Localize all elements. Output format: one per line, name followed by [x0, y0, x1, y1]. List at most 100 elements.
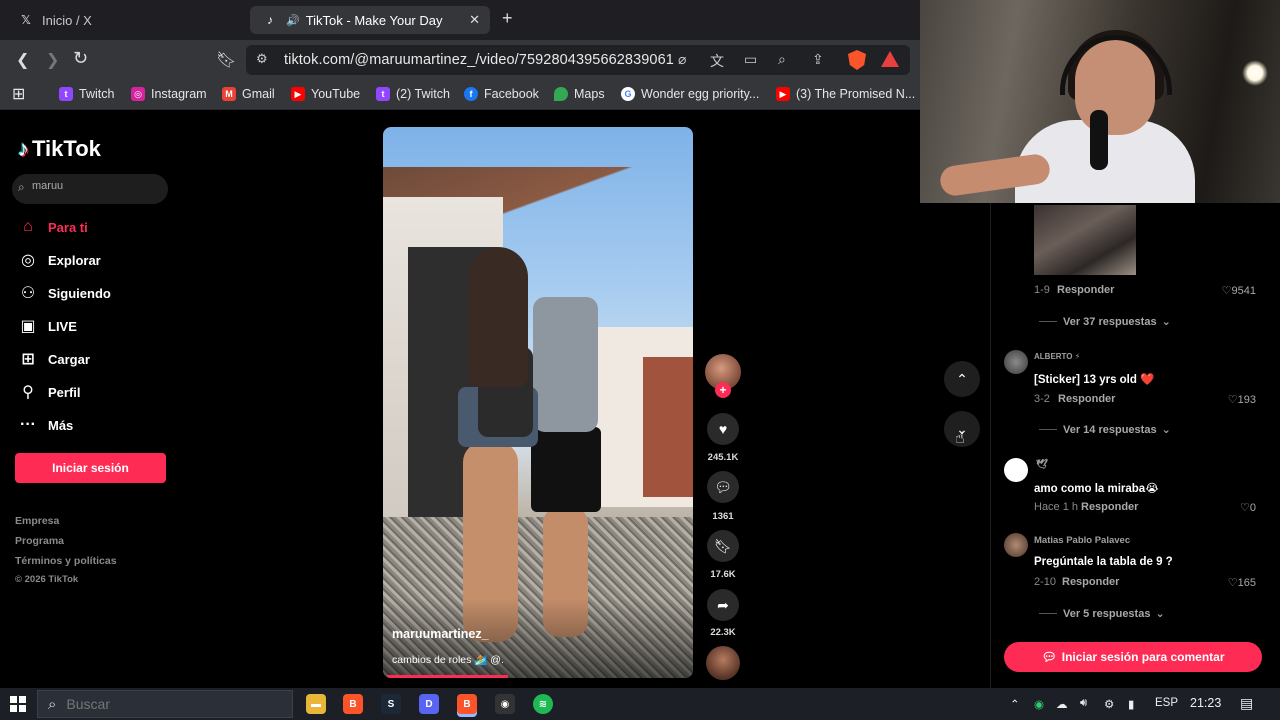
tab-title: Inicio / X	[42, 12, 92, 28]
translate-icon[interactable]: 文	[710, 51, 724, 71]
sidebar-item-perfil[interactable]: ⚲ Perfil	[18, 380, 80, 404]
comment-like[interactable]: ♡0	[1216, 501, 1256, 514]
like-button[interactable]: ♥	[707, 413, 739, 445]
bookmark-gmail[interactable]: M Gmail	[222, 87, 275, 101]
comment-like[interactable]: ♡9541	[1216, 284, 1256, 297]
brave-shields-icon[interactable]	[848, 50, 866, 70]
tab-title: TikTok - Make Your Day	[305, 12, 443, 28]
bookmark-youtube[interactable]: ▶ YouTube	[291, 87, 360, 101]
sidebar-item-siguiendo[interactable]: ⚇ Siguiendo	[18, 281, 111, 305]
video-progress-bar[interactable]	[387, 675, 508, 678]
login-to-comment-button[interactable]: 💬︎ Iniciar sesión para comentar	[1004, 642, 1262, 672]
bookmark-twitch-2[interactable]: t (2) Twitch	[376, 87, 450, 101]
brave-rewards-icon[interactable]	[881, 51, 899, 67]
obs-icon[interactable]: ◉	[495, 694, 515, 714]
onedrive-icon[interactable]: ☁	[1056, 697, 1068, 711]
bookmark-facebook[interactable]: f Facebook	[464, 87, 539, 101]
sidebar-item-cargar[interactable]: ⊞ Cargar	[18, 347, 90, 371]
sidebar-item-explorar[interactable]: ◎ Explorar	[18, 248, 101, 272]
volume-icon[interactable]: 🔊︎	[1080, 697, 1087, 710]
back-icon[interactable]: ❮	[16, 50, 29, 70]
comment-count: 1361	[712, 511, 734, 522]
follow-plus-icon[interactable]: +	[715, 382, 731, 398]
bookmark-button[interactable]: 🔖︎	[707, 530, 739, 562]
tray-chevron-icon[interactable]: ⌃	[1010, 697, 1020, 711]
video-author[interactable]: maruumartinez_	[392, 627, 489, 641]
close-tab-icon[interactable]: ✕	[469, 12, 480, 28]
search-box[interactable]: ⌕	[12, 174, 168, 204]
reply-button[interactable]: Responder	[1057, 284, 1114, 296]
apps-grid-icon[interactable]: ⊞	[12, 84, 25, 104]
tab-tiktok[interactable]: ♪ 🔊 TikTok - Make Your Day ✕	[250, 6, 490, 34]
comment-image[interactable]	[1034, 205, 1136, 275]
profile-icon: ⚲	[22, 384, 34, 401]
brave-active-icon[interactable]: B	[457, 694, 477, 714]
reply-button[interactable]: Responder	[1058, 393, 1115, 405]
comment-author[interactable]: ALBERTO ⚡	[1034, 352, 1080, 361]
reply-button[interactable]: Responder	[1081, 501, 1138, 513]
windows-start-icon[interactable]	[10, 696, 26, 712]
footer-link-terminos[interactable]: Términos y políticas	[15, 555, 117, 567]
cast-icon[interactable]: ▭	[744, 51, 757, 68]
sidebar-item-live[interactable]: ▣ LIVE	[18, 314, 76, 338]
search-icon: ⌕	[48, 695, 57, 713]
forward-icon[interactable]: ❯	[46, 50, 59, 70]
site-info-icon[interactable]: ⚙	[256, 51, 268, 67]
bookmark-twitch[interactable]: t Twitch	[59, 87, 114, 101]
bookmark-page-icon[interactable]: 🔖︎	[216, 50, 236, 70]
footer-link-empresa[interactable]: Empresa	[15, 515, 59, 527]
avatar[interactable]	[1004, 458, 1028, 482]
taskbar-search[interactable]: ⌕	[37, 690, 293, 718]
view-replies-button[interactable]: Ver 5 respuestas ⌄	[1039, 607, 1165, 620]
comment-author[interactable]: Matias Pablo Palavec	[1034, 535, 1130, 546]
sidebar-item-para-ti[interactable]: ⌂ Para ti	[18, 215, 88, 239]
video-caption: cambios de roles 🏄 @.	[392, 654, 504, 666]
footer-link-programa[interactable]: Programa	[15, 535, 64, 547]
search-input[interactable]	[32, 180, 162, 192]
spotify-icon[interactable]: ≋	[533, 694, 553, 714]
comment-like[interactable]: ♡193	[1216, 393, 1256, 406]
share-button[interactable]: ➦	[707, 589, 739, 621]
reply-button[interactable]: Responder	[1062, 576, 1119, 588]
bookmark-promised-neverland[interactable]: ▶ (3) The Promised N...	[776, 87, 915, 101]
bookmark-wonder-egg[interactable]: G Wonder egg priority...	[621, 87, 759, 101]
steam-icon[interactable]: S	[381, 694, 401, 714]
bookmark-maps[interactable]: Maps	[554, 87, 605, 101]
language-indicator[interactable]: ESP	[1155, 697, 1178, 709]
view-replies-label: Ver 5 respuestas	[1063, 607, 1151, 620]
previous-video-button[interactable]: ⌃	[944, 361, 980, 397]
browser-tab-bar: 𝕏 Inicio / X ♪ 🔊 TikTok - Make Your Day …	[0, 0, 920, 40]
tray-app-icon[interactable]: ◉	[1034, 697, 1044, 711]
share-page-icon[interactable]: ⇪	[812, 51, 824, 68]
music-disc-avatar[interactable]	[706, 646, 740, 680]
view-replies-button[interactable]: Ver 14 respuestas ⌄	[1039, 423, 1171, 436]
avatar[interactable]	[1004, 533, 1028, 557]
taskbar-search-input[interactable]	[66, 696, 267, 712]
new-tab-button[interactable]: +	[502, 8, 513, 29]
bookmark-label: (3) The Promised N...	[796, 87, 916, 101]
sidebar-item-mas[interactable]: ··· Más	[18, 413, 73, 437]
steam-tray-icon[interactable]: ⚙	[1104, 697, 1114, 711]
video-player[interactable]: maruumartinez_ cambios de roles 🏄 @.	[383, 127, 693, 678]
notifications-icon[interactable]: ▤	[1240, 695, 1253, 712]
tab-x[interactable]: 𝕏 Inicio / X	[6, 6, 246, 34]
reload-icon[interactable]: ↻	[73, 48, 88, 69]
zoom-icon[interactable]: ⌕	[778, 51, 786, 68]
view-replies-button[interactable]: Ver 37 respuestas ⌄	[1039, 315, 1171, 328]
tiktok-note-icon: ♪	[18, 136, 29, 161]
bookmark-instagram[interactable]: ◎ Instagram	[131, 87, 207, 101]
file-explorer-icon[interactable]: ▬	[306, 694, 326, 714]
usb-icon[interactable]: ▮	[1128, 697, 1134, 711]
comment-button[interactable]: 💬︎	[707, 471, 739, 503]
no-signal-icon[interactable]: ⌀	[678, 51, 686, 68]
address-bar[interactable]: ⚙ tiktok.com/@maruumartinez_/video/75928…	[246, 45, 910, 75]
brave-browser-icon[interactable]: B	[343, 694, 363, 714]
login-button[interactable]: Iniciar sesión	[15, 453, 166, 483]
clock[interactable]: 21:23	[1190, 696, 1221, 710]
tiktok-logo[interactable]: ♪ TikTok	[18, 136, 101, 162]
avatar[interactable]	[1004, 350, 1028, 374]
url-text[interactable]: tiktok.com/@maruumartinez_/video/7592804…	[284, 52, 674, 68]
discord-icon[interactable]: D	[419, 694, 439, 714]
comment-like[interactable]: ♡165	[1216, 576, 1256, 589]
comment-author[interactable]: 🕊	[1036, 459, 1048, 470]
